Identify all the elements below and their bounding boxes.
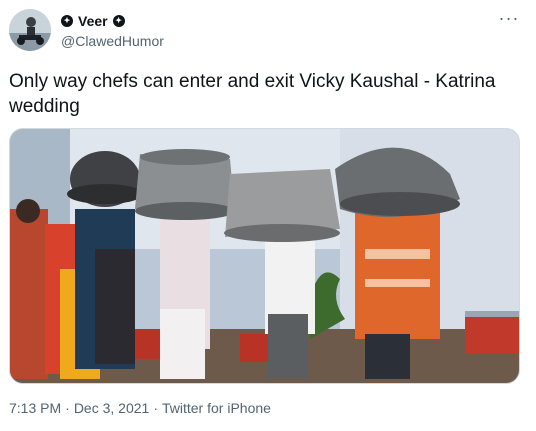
tweet-text: Only way chefs can enter and exit Vicky … <box>9 71 496 117</box>
circle-star-icon: ✦ <box>112 15 125 27</box>
tweet: ✦ Veer ✦ @ClawedHumor ··· Only way chefs… <box>0 0 536 431</box>
author-name-row[interactable]: ✦ Veer ✦ <box>61 12 125 30</box>
media-photo <box>10 129 519 383</box>
tweet-date[interactable]: Dec 3, 2021 <box>74 399 150 417</box>
display-name[interactable]: Veer <box>78 12 108 30</box>
tweet-media-image[interactable] <box>9 128 520 384</box>
tweet-meta: 7:13 PM · Dec 3, 2021 · Twitter for iPho… <box>9 399 271 417</box>
tweet-source[interactable]: Twitter for iPhone <box>162 399 271 417</box>
more-horizontal-icon[interactable]: ··· <box>497 9 521 33</box>
user-handle[interactable]: @ClawedHumor <box>61 32 164 50</box>
meta-separator: · <box>153 400 158 416</box>
meta-separator: · <box>65 400 70 416</box>
tweet-time[interactable]: 7:13 PM <box>9 399 61 417</box>
avatar[interactable] <box>9 9 51 51</box>
avatar-image <box>9 9 51 51</box>
circle-star-icon: ✦ <box>61 15 73 27</box>
